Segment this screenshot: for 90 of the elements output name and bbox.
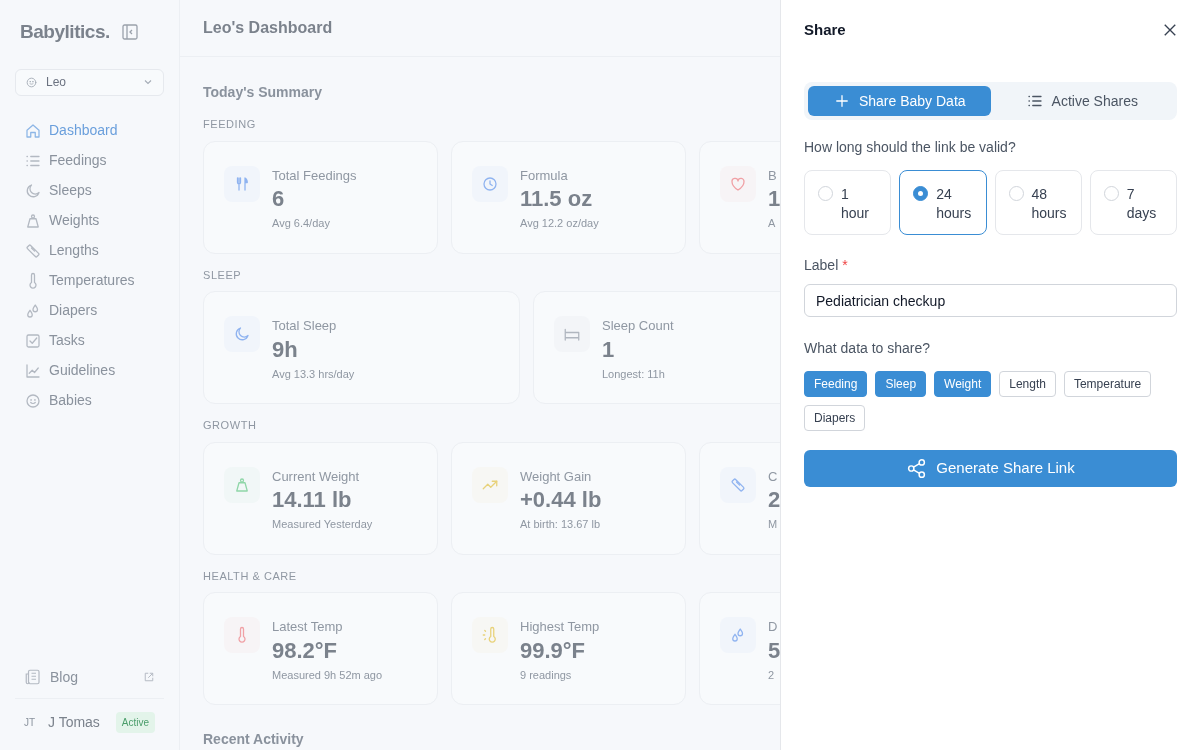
stat-label: D: [768, 618, 778, 636]
moon-icon: [24, 181, 42, 200]
stat-detail: Measured Yesterday: [272, 517, 373, 532]
duration-option[interactable]: 1 hour: [804, 170, 892, 235]
baby-select[interactable]: Leo: [15, 68, 164, 96]
nav-item[interactable]: Sleeps: [15, 175, 164, 206]
page-title: Leo's Dashboard: [203, 18, 333, 38]
stat-value: 11.5 oz: [520, 185, 593, 213]
status-badge: Active: [115, 712, 155, 733]
stat-label: Latest Temp: [272, 618, 343, 636]
panel-title: Share: [804, 19, 846, 40]
data-chip[interactable]: Length: [999, 371, 1056, 397]
section-title: Today's Summary: [203, 83, 322, 102]
tab[interactable]: Active Shares: [990, 86, 1173, 116]
stat-detail: At birth: 13.67 lb: [520, 517, 601, 532]
data-chip[interactable]: Weight: [934, 371, 992, 397]
blog-link[interactable]: Blog: [15, 662, 164, 692]
baby-face-icon: [24, 391, 42, 410]
nav-item[interactable]: Lengths: [15, 235, 164, 266]
nav-item[interactable]: Dashboard: [15, 115, 164, 146]
nav-item[interactable]: Tasks: [15, 325, 164, 356]
user-initials: JT: [24, 716, 37, 730]
nav-item[interactable]: Weights: [15, 205, 164, 236]
logo: Babylitics.: [20, 20, 110, 44]
ruler-icon: [24, 241, 42, 260]
radio-button[interactable]: [913, 186, 929, 201]
data-chip[interactable]: Feeding: [804, 371, 868, 397]
stat-value: +0.44 lb: [520, 486, 602, 514]
section-label: HEALTH & CARE: [203, 568, 297, 584]
share-icon: [906, 458, 928, 479]
stat-value: 98.2°F: [272, 636, 338, 665]
stat-label: B: [768, 166, 777, 185]
data-chip[interactable]: Sleep: [875, 371, 927, 397]
stat-value: 14.11 lb: [272, 486, 352, 514]
stat-value: 1: [602, 335, 615, 364]
data-chip[interactable]: Diapers: [804, 405, 866, 431]
stat-label: Weight Gain: [520, 467, 592, 486]
close-icon[interactable]: [1163, 23, 1177, 37]
duration-option[interactable]: 48 hours: [994, 170, 1082, 235]
user-name: J Tomas: [48, 713, 101, 732]
stat-detail: A: [768, 216, 776, 231]
weight-icon: [24, 211, 42, 230]
duration-option[interactable]: 24 hours: [899, 170, 987, 235]
stat-label: Current Weight: [272, 467, 360, 486]
section-title: Recent Activity: [203, 730, 304, 749]
stat-detail: Avg 12.2 oz/day: [520, 216, 599, 231]
nav-item[interactable]: Diapers: [15, 295, 164, 326]
stat-value: 6: [272, 185, 285, 213]
nav-item[interactable]: Babies: [15, 385, 164, 416]
stat-label: Formula: [520, 166, 568, 185]
nav-item[interactable]: Temperatures: [15, 265, 164, 296]
stat-label: C: [768, 467, 778, 486]
duration-option[interactable]: 7 days: [1089, 170, 1177, 235]
field-label: How long should the link be valid?: [804, 138, 1016, 157]
baby-face-icon: [25, 75, 38, 89]
newspaper-icon: [24, 668, 42, 686]
nav-item[interactable]: Feedings: [15, 145, 164, 176]
option-label: 1 hour: [841, 185, 870, 223]
field-label: Label *: [804, 256, 848, 275]
stat-detail: 9 readings: [520, 667, 572, 683]
nav-item[interactable]: Guidelines: [15, 355, 164, 386]
stat-detail: Longest: 11h: [602, 366, 665, 382]
stat-detail: Avg 6.4/day: [272, 216, 330, 231]
stat-detail: M: [768, 517, 778, 532]
stat-label: Highest Temp: [520, 618, 600, 636]
collapse-sidebar-icon[interactable]: [121, 24, 138, 41]
checkbox-icon: [24, 331, 42, 350]
section-label: SLEEP: [203, 267, 242, 283]
data-chip[interactable]: Temperature: [1063, 371, 1152, 397]
external-link-icon: [143, 671, 155, 683]
stat-value: 5: [768, 636, 780, 665]
generate-link-button[interactable]: Generate Share Link: [804, 450, 1177, 487]
label-input[interactable]: Pediatrician checkup: [804, 284, 1177, 317]
option-label: 24 hours: [936, 185, 972, 223]
stat-value: 99.9°F: [520, 636, 586, 665]
tab[interactable]: Share Baby Data: [808, 86, 991, 116]
section-label: FEEDING: [203, 117, 256, 132]
section-label: GROWTH: [203, 418, 257, 433]
stat-label: Total Sleep: [272, 317, 337, 335]
stat-value: 9h: [272, 335, 298, 364]
stat-detail: 2: [768, 667, 775, 683]
stat-detail: Avg 13.3 hrs/day: [272, 366, 355, 382]
stat-detail: Measured 9h 52m ago: [272, 667, 383, 683]
stat-value: 1: [768, 185, 780, 213]
stat-value: 2: [768, 486, 780, 514]
field-label: What data to share?: [804, 339, 931, 358]
option-label: 48 hours: [1031, 185, 1067, 223]
stat-label: Total Feedings: [272, 166, 357, 185]
option-label: 7 days: [1126, 185, 1157, 223]
stat-label: Sleep Count: [602, 317, 674, 335]
